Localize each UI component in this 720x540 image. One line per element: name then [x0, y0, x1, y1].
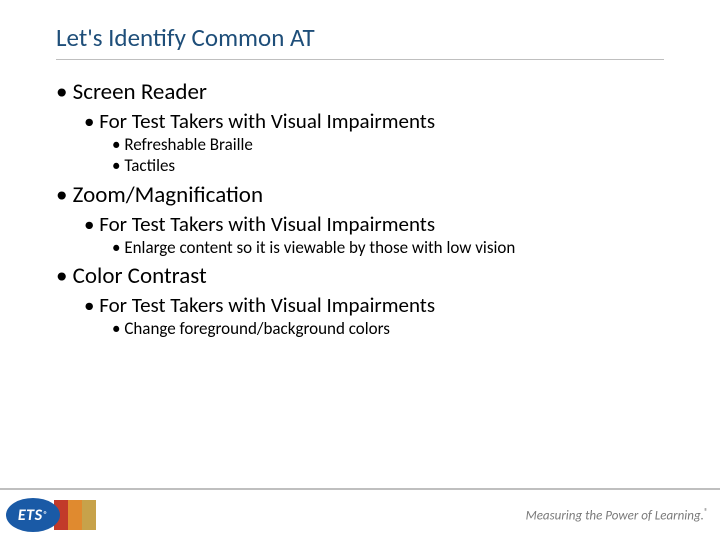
bullet-level2: For Test Takers with Visual Impairments [84, 292, 664, 318]
tagline-text: Measuring the Power of Learning. [526, 508, 704, 523]
footer: ETS® Measuring the Power of Learning.® [0, 488, 720, 540]
footer-inner: ETS® Measuring the Power of Learning.® [0, 490, 720, 540]
bullet-level3: Tactiles [112, 155, 664, 176]
bullet-level2: For Test Takers with Visual Impairments [84, 108, 664, 134]
logo-color-blocks [54, 500, 96, 530]
slide: Let's Identify Common AT Screen Reader F… [0, 0, 720, 540]
tagline: Measuring the Power of Learning.® [526, 507, 708, 523]
logo-text: ETS [18, 506, 43, 525]
bullet-level3: Enlarge content so it is viewable by tho… [112, 237, 664, 258]
bullet-level1: Color Contrast [56, 262, 664, 290]
title-underline [56, 59, 664, 60]
bullet-level3: Change foreground/background colors [112, 318, 664, 339]
bullet-level3: Refreshable Braille [112, 134, 664, 155]
registered-mark: ® [704, 507, 708, 517]
bullet-level2: For Test Takers with Visual Impairments [84, 211, 664, 237]
bullet-level1: Screen Reader [56, 78, 664, 106]
color-block-icon [82, 500, 96, 530]
content-area: Let's Identify Common AT Screen Reader F… [0, 0, 720, 339]
color-block-icon [68, 500, 82, 530]
registered-mark: ® [44, 510, 49, 520]
logo: ETS® [0, 498, 96, 532]
ets-logo-icon: ETS® [6, 498, 60, 532]
bullet-level1: Zoom/Magnification [56, 181, 664, 209]
slide-title: Let's Identify Common AT [56, 22, 664, 53]
